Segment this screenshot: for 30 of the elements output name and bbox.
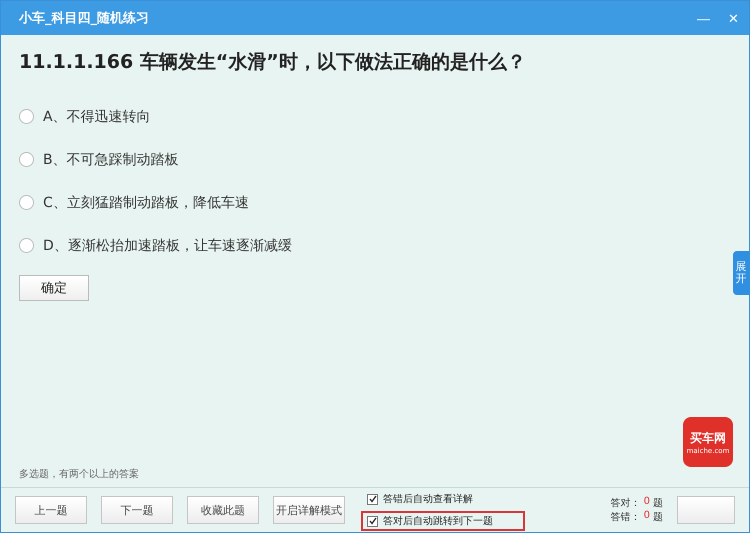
option-label[interactable]: A、不得迅速转向	[43, 108, 151, 126]
window-title: 小车_科目四_随机练习	[19, 10, 149, 27]
hint-text: 多选题，有两个以上的答案	[19, 468, 140, 481]
action-button[interactable]	[677, 496, 735, 524]
stat-count: 0	[644, 510, 650, 523]
highlighted-setting[interactable]: 答对后自动跳转到下一题	[361, 511, 525, 531]
nav-button[interactable]: 开启详解模式	[273, 496, 345, 524]
setting-label: 答对后自动跳转到下一题	[383, 514, 493, 528]
nav-button[interactable]: 上一题	[15, 496, 87, 524]
option-label[interactable]: C、立刻猛踏制动踏板，降低车速	[43, 194, 249, 212]
option-label[interactable]: B、不可急踩制动踏板	[43, 150, 179, 168]
radio-button[interactable]	[19, 109, 34, 124]
stat-unit: 题	[653, 511, 663, 524]
stat-label: 答对：	[610, 496, 641, 510]
nav-button[interactable]: 收藏此题	[187, 496, 259, 524]
logo-title: 买车网	[690, 430, 726, 446]
checkbox[interactable]	[367, 494, 378, 504]
setting-option[interactable]: 答错后自动查看详解	[361, 489, 525, 509]
radio-button[interactable]	[19, 152, 34, 167]
radio-button[interactable]	[19, 238, 34, 253]
confirm-button[interactable]: 确定	[19, 275, 89, 301]
checkbox[interactable]	[367, 516, 378, 526]
stat-unit: 题	[653, 497, 663, 510]
setting-label: 答错后自动查看详解	[383, 492, 473, 506]
radio-button[interactable]	[19, 195, 34, 210]
question-text: 11.1.1.166 车辆发生“水滑”时，以下做法正确的是什么？	[19, 50, 527, 75]
stat-count: 0	[644, 496, 650, 509]
nav-button[interactable]: 下一题	[101, 496, 173, 524]
stat-label: 答错：	[610, 511, 641, 524]
option-label[interactable]: D、逐渐松抬加速踏板，让车速逐渐减缓	[43, 236, 292, 254]
